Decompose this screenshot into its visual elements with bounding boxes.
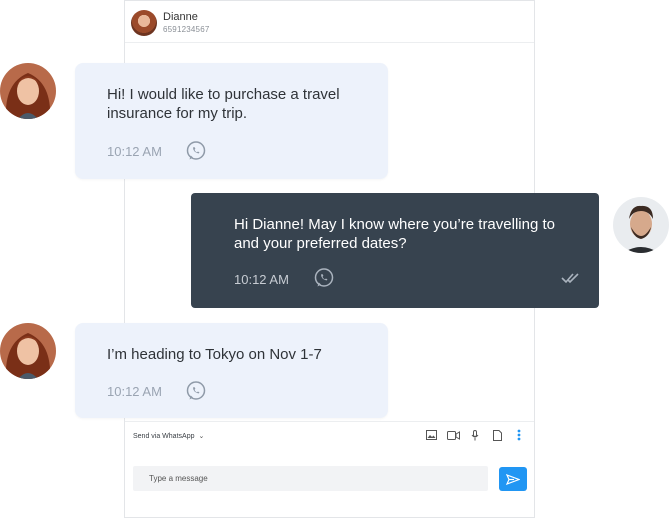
composer-actions [424, 428, 526, 442]
microphone-icon[interactable] [468, 428, 482, 442]
contact-avatar[interactable] [131, 10, 157, 36]
video-icon[interactable] [446, 428, 460, 442]
customer-avatar [0, 63, 56, 119]
message-bubble-incoming: Hi! I would like to purchase a travel in… [75, 63, 388, 179]
agent-avatar [613, 197, 669, 253]
contact-phone: 6591234567 [163, 25, 210, 34]
message-text: and your preferred dates? [234, 235, 407, 252]
message-input[interactable]: Type a message [133, 466, 488, 491]
whatsapp-icon [186, 141, 206, 160]
double-check-icon [561, 273, 579, 284]
message-time: 10:12 AM [107, 384, 162, 399]
message-text: Hi! I would like to purchase a travel [107, 86, 340, 103]
message-bubble-outgoing: Hi Dianne! May I know where you’re trave… [191, 193, 599, 308]
whatsapp-icon [314, 268, 334, 287]
message-text: I’m heading to Tokyo on Nov 1-7 [107, 346, 322, 363]
message-text: insurance for my trip. [107, 105, 248, 122]
send-button[interactable] [499, 467, 527, 491]
image-icon[interactable] [424, 428, 438, 442]
contact-name: Dianne [163, 11, 198, 23]
message-time: 10:12 AM [107, 144, 162, 159]
send-via-dropdown[interactable]: Send via WhatsApp ⌄ [133, 432, 205, 441]
send-icon [506, 473, 520, 485]
document-icon[interactable] [490, 428, 504, 442]
message-bubble-incoming: I’m heading to Tokyo on Nov 1-7 10:12 AM [75, 323, 388, 418]
chevron-down-icon: ⌄ [198, 433, 205, 440]
chat-header: Dianne 6591234567 [125, 1, 534, 43]
send-via-label: Send via WhatsApp [133, 432, 195, 440]
message-text: Hi Dianne! May I know where you’re trave… [234, 216, 555, 233]
more-vertical-icon[interactable] [512, 428, 526, 442]
message-time: 10:12 AM [234, 272, 289, 287]
whatsapp-icon [186, 381, 206, 400]
customer-avatar [0, 323, 56, 379]
